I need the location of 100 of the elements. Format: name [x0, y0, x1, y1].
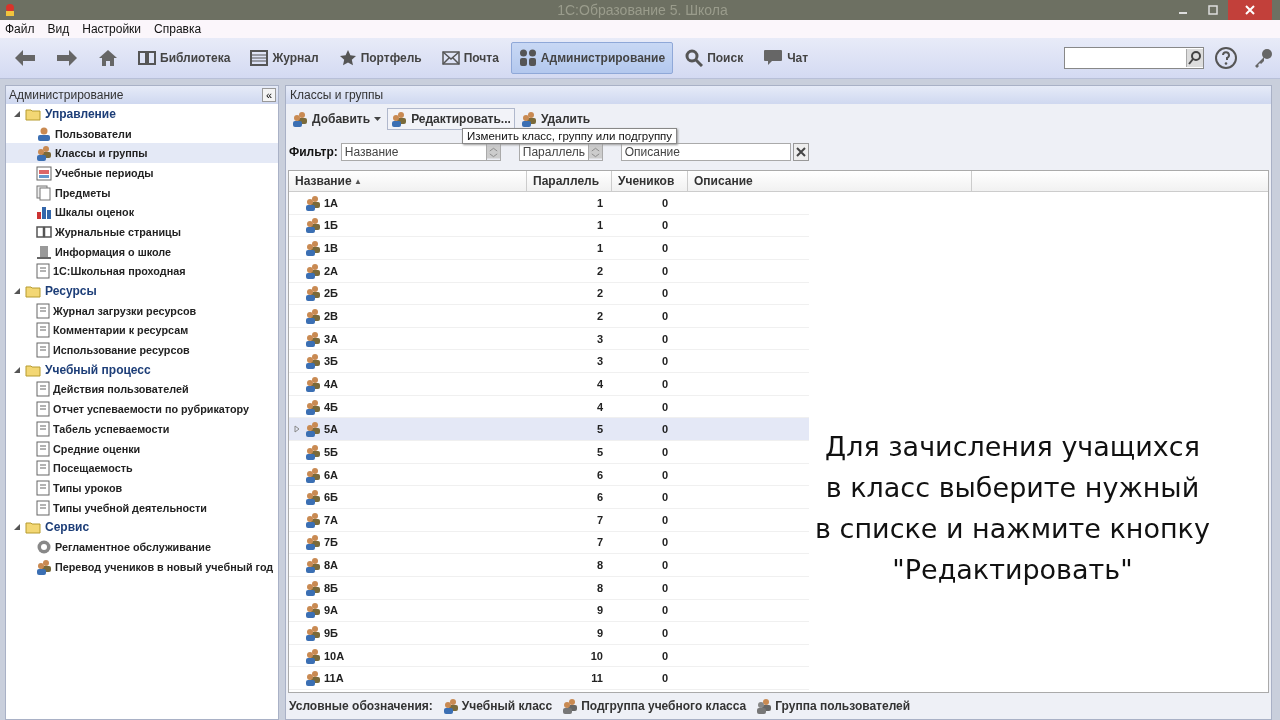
- table-row[interactable]: 10А 10 0: [289, 644, 809, 668]
- tree-group[interactable]: Ресурсы: [45, 284, 97, 299]
- toolbar-button[interactable]: Добавить: [288, 108, 386, 130]
- search-field[interactable]: [1064, 47, 1204, 69]
- tree-item[interactable]: Классы и группы: [6, 143, 278, 164]
- collapse-button[interactable]: «: [262, 88, 276, 102]
- tree-item[interactable]: Типы учебной деятельности: [6, 497, 278, 518]
- class-icon: [305, 194, 321, 211]
- toolbar-button[interactable]: Почта: [433, 42, 507, 74]
- tooltip: Изменить класс, группу или подгруппу: [462, 128, 678, 144]
- toolbar-button[interactable]: Библиотека: [130, 42, 239, 74]
- toolbar-button[interactable]: Администрирование: [510, 42, 674, 74]
- tree-item[interactable]: Перевод учеников в новый учебный год: [6, 556, 278, 577]
- tree-item[interactable]: Табель успеваемости: [6, 419, 278, 439]
- table-cell: 2Б: [324, 287, 339, 300]
- table-row[interactable]: 2В 2 0: [289, 305, 809, 328]
- table-row[interactable]: 2Б 2 0: [289, 282, 809, 306]
- filter-field[interactable]: Описание: [620, 143, 791, 161]
- menu-item[interactable]: Настройки: [82, 22, 142, 36]
- table-row[interactable]: 5А 5 0: [289, 418, 809, 442]
- toolbar-button[interactable]: Чат: [755, 42, 817, 74]
- expand-arrow-icon[interactable]: [13, 287, 21, 296]
- toolbar-button[interactable]: Поиск: [677, 42, 752, 74]
- table-row[interactable]: 2А 2 0: [289, 259, 809, 283]
- table-cell: 0: [661, 264, 668, 277]
- search-icon[interactable]: [1186, 49, 1203, 67]
- tree-item[interactable]: Регламентное обслуживание: [6, 537, 278, 557]
- tree-item[interactable]: Посещаемость: [6, 458, 278, 479]
- tree-item[interactable]: Учебные периоды: [6, 163, 278, 183]
- table-row[interactable]: 1Б 1 0: [289, 214, 809, 238]
- toolbar-button[interactable]: Редактировать...: [387, 108, 515, 130]
- tree-item[interactable]: Информация о школе: [6, 241, 278, 262]
- toolbar-button[interactable]: Портфель: [330, 42, 430, 74]
- folder-icon: [25, 284, 41, 299]
- tree-item[interactable]: Средние оценки: [6, 438, 278, 459]
- table-cell: 11: [591, 672, 603, 685]
- tree-item[interactable]: Журнал загрузки ресурсов: [6, 300, 278, 321]
- table-row[interactable]: 1В 1 0: [289, 237, 809, 260]
- table-cell: 1: [596, 219, 603, 232]
- column-header[interactable]: Учеников: [612, 171, 688, 191]
- expand-arrow-icon[interactable]: [13, 523, 21, 532]
- table-row[interactable]: 7Б 7 0: [289, 531, 809, 555]
- user-icon: [36, 125, 52, 142]
- menu-item[interactable]: Вид: [47, 22, 70, 36]
- tree-item[interactable]: Отчет успеваемости по рубрикатору: [6, 399, 278, 419]
- menu-item[interactable]: Файл: [5, 22, 35, 36]
- book-icon: [138, 50, 156, 66]
- tree-group[interactable]: Сервис: [45, 520, 90, 535]
- group-icon: [391, 111, 408, 127]
- group-icon: [292, 111, 308, 127]
- table-row[interactable]: 6Б 6 0: [289, 486, 809, 509]
- class-icon: [305, 375, 321, 392]
- tree-item[interactable]: Пользователи: [6, 123, 278, 144]
- table-row[interactable]: 8А 8 0: [289, 554, 809, 577]
- document-icon: [36, 460, 50, 477]
- table-cell: 7Б: [324, 536, 339, 549]
- toolbar-button[interactable]: Удалить: [516, 108, 595, 130]
- table-row[interactable]: 5Б 5 0: [289, 441, 809, 464]
- tree-group[interactable]: Управление: [45, 106, 116, 121]
- table-cell: 0: [661, 536, 668, 549]
- clear-filter-button[interactable]: [792, 143, 809, 161]
- table-row[interactable]: 9А 9 0: [289, 599, 809, 623]
- close-icon[interactable]: [1228, 0, 1272, 20]
- help-icon[interactable]: [1214, 46, 1238, 70]
- class-icon: [305, 579, 321, 596]
- table-row[interactable]: 8Б 8 0: [289, 576, 809, 600]
- table-cell: 4: [596, 400, 603, 413]
- table-row[interactable]: 3А 3 0: [289, 327, 809, 351]
- table-row[interactable]: 11А 11 0: [289, 667, 809, 691]
- tree-item[interactable]: Шкалы оценок: [6, 202, 278, 223]
- column-header[interactable]: Описание: [688, 171, 972, 191]
- table-cell: 2А: [324, 264, 339, 277]
- expand-arrow-icon[interactable]: [13, 109, 21, 118]
- table-row[interactable]: 9Б 9 0: [289, 622, 809, 645]
- table-row[interactable]: 3Б 3 0: [289, 350, 809, 374]
- table-row[interactable]: 7А 7 0: [289, 508, 809, 532]
- tree-item[interactable]: Предметы: [6, 182, 278, 203]
- tree-group[interactable]: Учебный процесс: [45, 362, 151, 377]
- tree-item[interactable]: Действия пользователей: [6, 379, 278, 400]
- table-row[interactable]: 1А 1 0: [289, 192, 809, 215]
- tree-item[interactable]: Типы уроков: [6, 478, 278, 498]
- tree-item[interactable]: Комментарии к ресурсам: [6, 320, 278, 341]
- menu-item[interactable]: Справка: [154, 22, 202, 36]
- table-cell: 3: [596, 332, 603, 345]
- legend-item: Подгруппа учебного класса: [581, 699, 747, 713]
- table-cell: 1: [596, 196, 603, 209]
- table-cell: 0: [661, 672, 668, 685]
- tree-item[interactable]: 1С:Школьная проходная: [6, 261, 278, 282]
- column-header[interactable]: Параллель: [527, 171, 612, 191]
- filter-field[interactable]: Название: [340, 143, 487, 161]
- toolbar-button[interactable]: Журнал: [242, 42, 327, 74]
- column-header[interactable]: Название ▲: [289, 171, 527, 191]
- class-icon: [305, 670, 321, 687]
- expand-arrow-icon[interactable]: [13, 365, 21, 374]
- tree-item[interactable]: Использование ресурсов: [6, 340, 278, 360]
- table-cell: 5: [596, 445, 603, 458]
- table-cell: 4А: [324, 377, 339, 390]
- tree-item[interactable]: Журнальные страницы: [6, 222, 278, 242]
- table-row[interactable]: 6А 6 0: [289, 463, 809, 487]
- table-row[interactable]: 4А 4 0: [289, 373, 809, 396]
